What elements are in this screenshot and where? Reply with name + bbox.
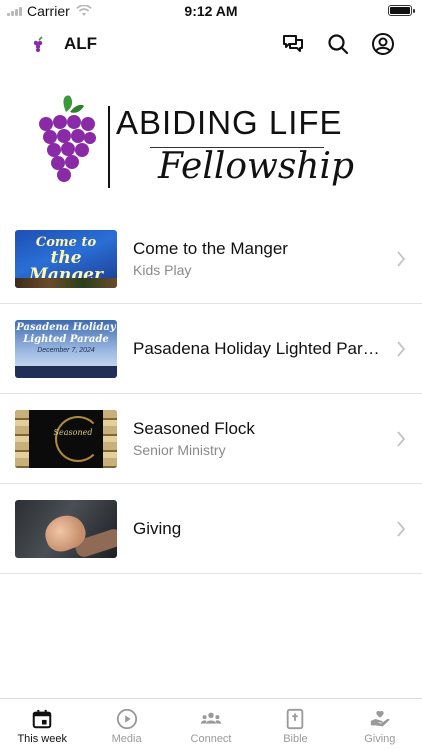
thumbnail-text: Lighted Parade: [23, 333, 109, 345]
grapes-logo-icon: [33, 36, 43, 52]
church-logo: ABIDING LIFE Fellowship: [0, 84, 422, 194]
chevron-right-icon: [397, 431, 406, 447]
chat-button[interactable]: [279, 30, 307, 58]
logo-divider: [108, 106, 110, 188]
list-item[interactable]: Giving: [0, 484, 422, 574]
tab-media[interactable]: Media: [84, 699, 168, 750]
item-title: Pasadena Holiday Lighted Para...: [133, 338, 384, 358]
thumbnail-text: Seasoned: [53, 428, 93, 437]
chevron-right-icon: [397, 251, 406, 267]
tab-label: Bible: [283, 733, 308, 745]
tab-bar: This week Media Connect Bible Giving: [0, 698, 422, 750]
thumbnail-holiday-parade: Pasadena Holiday Lighted Parade December…: [15, 320, 117, 378]
chevron-right-icon: [397, 521, 406, 537]
account-button[interactable]: [369, 30, 397, 58]
calendar-icon: [32, 709, 52, 729]
tab-label: This week: [17, 733, 67, 745]
thumbnail-text: Pasadena Holiday: [16, 322, 116, 333]
church-name: ABIDING LIFE: [116, 104, 343, 141]
list-item[interactable]: Come to the Manger Come to the Manger Ki…: [0, 214, 422, 304]
tab-bible[interactable]: Bible: [253, 699, 337, 750]
status-bar: Carrier 9:12 AM: [0, 0, 422, 22]
item-title: Giving: [133, 518, 182, 538]
tab-this-week[interactable]: This week: [0, 699, 84, 750]
bible-icon: [287, 708, 304, 730]
search-button[interactable]: [324, 30, 352, 58]
item-subtitle: Kids Play: [133, 262, 192, 278]
tab-label: Giving: [364, 733, 396, 745]
chat-icon: [283, 35, 303, 52]
group-icon: [200, 712, 222, 724]
app-header: ALF: [0, 22, 422, 66]
giving-hand-icon: [370, 710, 390, 727]
church-subtitle: Fellowship: [158, 146, 355, 187]
tab-label: Media: [111, 733, 142, 745]
status-time: 9:12 AM: [184, 3, 238, 19]
tab-giving[interactable]: Giving: [338, 699, 422, 750]
item-title: Seasoned Flock: [133, 419, 255, 438]
thumbnail-text: December 7, 2024: [37, 347, 95, 354]
thumbnail-giving: [15, 500, 117, 558]
app-title: ALF: [64, 34, 98, 53]
battery-icon: [388, 5, 415, 16]
feed-list: Come to the Manger Come to the Manger Ki…: [0, 214, 422, 574]
list-item[interactable]: Pasadena Holiday Lighted Parade December…: [0, 304, 422, 394]
item-subtitle: Senior Ministry: [133, 442, 226, 458]
tab-label: Connect: [190, 733, 232, 745]
tab-connect[interactable]: Connect: [169, 699, 253, 750]
play-circle-icon: [116, 708, 137, 730]
chevron-right-icon: [397, 341, 406, 357]
item-title: Come to the Manger: [133, 239, 288, 258]
thumbnail-seasoned-flock: Seasoned: [15, 410, 117, 468]
grapes-icon: [39, 95, 96, 182]
search-icon: [328, 34, 349, 55]
thumbnail-come-to-the-manger: Come to the Manger: [15, 230, 117, 288]
account-icon: [372, 33, 394, 55]
list-item[interactable]: Seasoned Seasoned Flock Senior Ministry: [0, 394, 422, 484]
